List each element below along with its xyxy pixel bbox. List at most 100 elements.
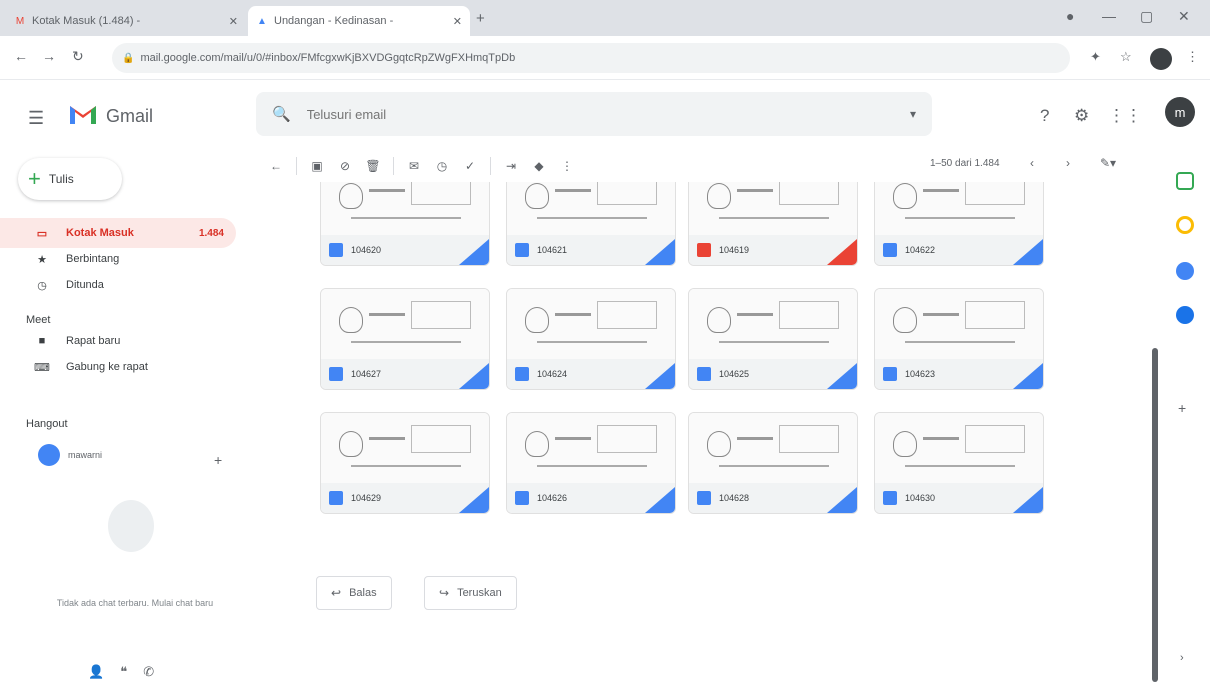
close-tab-icon[interactable]: ✕ xyxy=(229,15,238,28)
sidebar-item-label: Ditunda xyxy=(66,279,104,291)
contacts-icon[interactable] xyxy=(1176,306,1194,324)
new-chat-plus-icon[interactable]: + xyxy=(214,452,222,468)
browser-tab-inbox[interactable]: M Kotak Masuk (1.484) - ✕ xyxy=(6,6,246,36)
attachment-card[interactable]: 104628 xyxy=(688,412,858,514)
attachment-card[interactable]: 104623 xyxy=(874,288,1044,390)
compose-button[interactable]: + Tulis xyxy=(18,158,122,200)
next-page-icon[interactable]: › xyxy=(1066,156,1070,170)
search-icon[interactable]: 🔍 xyxy=(272,105,291,123)
minimize-icon[interactable]: — xyxy=(1102,8,1116,24)
doc-icon xyxy=(883,243,897,257)
reply-button[interactable]: ↩ Balas xyxy=(316,576,392,610)
bookmark-star-icon[interactable]: ☆ xyxy=(1120,49,1132,65)
pdf-corner-icon xyxy=(827,239,857,265)
video-icon: ■ xyxy=(38,335,46,347)
main-menu-icon[interactable]: ☰ xyxy=(28,108,44,129)
attachment-thumbnail xyxy=(875,182,1043,237)
attachment-card[interactable]: 104622 xyxy=(874,182,1044,266)
sidebar-item-label: Berbintang xyxy=(66,253,120,265)
gmail-logo-icon[interactable] xyxy=(68,102,98,126)
attachment-thumbnail xyxy=(507,289,675,361)
keep-icon[interactable] xyxy=(1176,216,1194,234)
tab-title: Kotak Masuk (1.484) - xyxy=(32,15,141,27)
close-tab-icon[interactable]: ✕ xyxy=(453,15,462,28)
hangouts-user[interactable]: mawarni xyxy=(38,444,102,466)
attachment-card[interactable]: 104629 xyxy=(320,412,490,514)
apps-grid-icon[interactable]: ⋮⋮ xyxy=(1108,106,1142,126)
close-window-icon[interactable]: ✕ xyxy=(1178,8,1190,25)
search-options-icon[interactable]: ▾ xyxy=(910,107,916,121)
attachment-card[interactable]: 104626 xyxy=(506,412,676,514)
attachment-card[interactable]: 104620 xyxy=(320,182,490,266)
attachment-name: 104623 xyxy=(905,369,936,379)
snooze-icon[interactable]: ◷ xyxy=(428,159,456,173)
avatar xyxy=(38,444,60,466)
reload-icon[interactable]: ↻ xyxy=(72,48,84,65)
label-icon[interactable]: ◆ xyxy=(525,159,553,173)
calendar-icon[interactable] xyxy=(1176,172,1194,190)
attachment-thumbnail xyxy=(875,289,1043,361)
pdf-icon xyxy=(697,243,711,257)
back-icon[interactable]: ← xyxy=(14,48,28,64)
report-spam-icon[interactable]: ⊘ xyxy=(331,159,359,173)
support-icon[interactable]: ? xyxy=(1040,106,1049,126)
attachment-name: 104628 xyxy=(719,493,750,503)
maximize-icon[interactable]: ▢ xyxy=(1140,8,1153,25)
more-icon[interactable]: ⋮ xyxy=(553,159,581,173)
tasks-icon[interactable] xyxy=(1176,262,1194,280)
prev-page-icon[interactable]: ‹ xyxy=(1030,156,1034,170)
gmail-title: Gmail xyxy=(106,106,154,126)
attachment-card[interactable]: 104627 xyxy=(320,288,490,390)
search-input[interactable] xyxy=(306,106,910,122)
attachment-card[interactable]: 104621 xyxy=(506,182,676,266)
meet-heading: Meet xyxy=(26,314,51,326)
doc-icon xyxy=(697,367,711,381)
url-field[interactable]: 🔒 mail.google.com/mail/u/0/#inbox/FMfcgx… xyxy=(112,43,1070,73)
phone-icon[interactable]: ✆ xyxy=(143,664,154,680)
attachment-card[interactable]: 104630 xyxy=(874,412,1044,514)
scrollbar-thumb[interactable] xyxy=(1152,348,1158,682)
account-avatar[interactable]: m xyxy=(1165,97,1195,127)
mark-unread-icon[interactable]: ✉ xyxy=(400,159,428,173)
browser-tab-undangan[interactable]: ▲ Undangan - Kedinasan - ✕ xyxy=(248,6,470,36)
input-tools-icon[interactable]: ✎▾ xyxy=(1100,156,1116,170)
drive-favicon-icon: ▲ xyxy=(257,15,267,27)
doc-icon xyxy=(515,367,529,381)
attachment-name: 104620 xyxy=(351,245,382,255)
hangouts-icon[interactable]: ❝ xyxy=(120,664,127,680)
add-task-icon[interactable]: ✓ xyxy=(456,159,484,173)
attachment-card[interactable]: 104625 xyxy=(688,288,858,390)
new-tab-icon[interactable]: + xyxy=(476,10,485,27)
move-to-icon[interactable]: ⇥ xyxy=(497,159,525,173)
person-icon[interactable]: 👤 xyxy=(88,664,104,680)
doc-icon xyxy=(329,491,343,505)
tab-title: Undangan - Kedinasan - xyxy=(274,15,394,27)
back-arrow-icon[interactable]: ← xyxy=(262,159,290,173)
attachment-thumbnail xyxy=(689,413,857,485)
attachment-card[interactable]: 104624 xyxy=(506,288,676,390)
url-text: mail.google.com/mail/u/0/#inbox/FMfcgxwK… xyxy=(140,52,516,64)
settings-gear-icon[interactable]: ⚙ xyxy=(1074,106,1089,126)
doc-corner-icon xyxy=(1013,239,1043,265)
browser-profile-avatar[interactable] xyxy=(1150,48,1172,70)
attachment-thumbnail xyxy=(321,182,489,237)
expand-panel-icon[interactable]: › xyxy=(1180,652,1184,664)
doc-corner-icon xyxy=(459,487,489,513)
archive-icon[interactable]: ▣ xyxy=(303,159,331,173)
toolbar-divider xyxy=(393,157,394,175)
forward-button[interactable]: ↪ Teruskan xyxy=(424,576,517,610)
doc-icon xyxy=(329,243,343,257)
attachment-card[interactable]: 104619 xyxy=(688,182,858,266)
get-addons-plus-icon[interactable]: + xyxy=(1178,400,1186,416)
sidebar-item-snoozed[interactable]: ◷ Ditunda xyxy=(0,270,236,300)
forward-icon[interactable]: → xyxy=(42,48,56,64)
attachment-thumbnail xyxy=(875,413,1043,485)
delete-icon[interactable]: 🗑 xyxy=(359,159,387,173)
profile-chrome-icon[interactable]: ● xyxy=(1066,8,1074,24)
inbox-icon: ▭ xyxy=(36,227,48,240)
extension-icon[interactable]: ✦ xyxy=(1090,49,1101,65)
doc-corner-icon xyxy=(827,487,857,513)
sidebar-item-join-meeting[interactable]: ⌨ Gabung ke rapat xyxy=(0,352,236,382)
toolbar-divider xyxy=(490,157,491,175)
menu-kebab-icon[interactable]: ⋮ xyxy=(1186,49,1199,65)
